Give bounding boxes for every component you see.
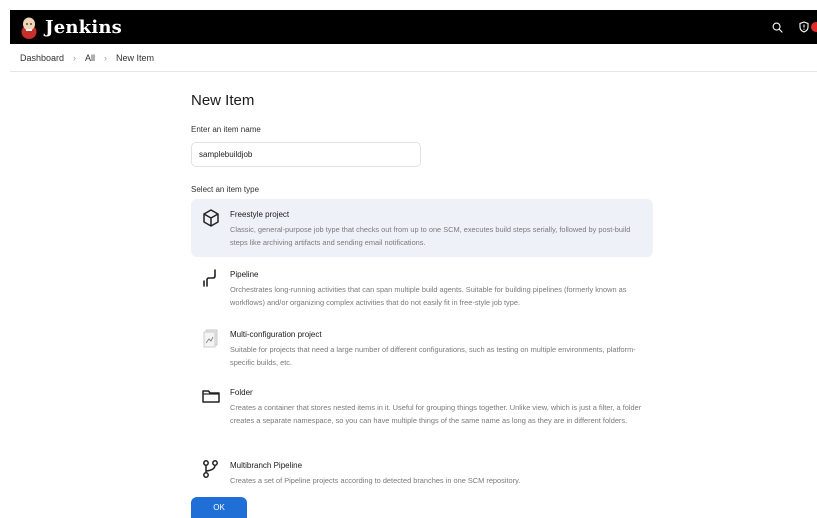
item-name-input[interactable]: [191, 142, 421, 167]
item-type-multibranch-pipeline[interactable]: Multibranch Pipeline Creates a set of Pi…: [191, 450, 653, 488]
pipeline-icon: [203, 269, 216, 287]
top-bar: Jenkins: [10, 10, 817, 44]
item-type-description: Classic, general-purpose job type that c…: [230, 225, 631, 247]
breadcrumb-new-item: New Item: [116, 52, 155, 63]
alert-badge: [811, 22, 817, 32]
item-type-folder[interactable]: Folder Creates a container that stores n…: [191, 377, 653, 443]
item-type-label: Select an item type: [191, 185, 260, 194]
page-title: New Item: [191, 92, 255, 109]
brand-name: Jenkins: [45, 16, 122, 38]
item-type-name: Multi-configuration project: [230, 330, 322, 339]
search-icon[interactable]: [772, 22, 783, 33]
top-icons: [772, 21, 817, 33]
folder-icon: [202, 390, 220, 403]
item-type-description: Orchestrates long-running activities tha…: [230, 285, 627, 307]
item-type-name: Pipeline: [230, 270, 259, 279]
breadcrumb-dashboard[interactable]: Dashboard: [20, 53, 64, 63]
item-type-name: Freestyle project: [230, 210, 290, 219]
item-type-description: Creates a container that stores nested i…: [230, 403, 642, 425]
shield-icon: [799, 21, 809, 33]
item-type-freestyle[interactable]: Freestyle project Classic, general-purpo…: [191, 199, 653, 257]
item-type-name: Multibranch Pipeline: [230, 461, 303, 470]
item-type-description: Creates a set of Pipeline projects accor…: [230, 476, 521, 485]
chevron-right-icon: ›: [104, 52, 108, 63]
item-type-description: Suitable for projects that need a large …: [230, 345, 636, 367]
breadcrumb: Dashboard › All › New Item: [10, 44, 817, 72]
item-type-pipeline[interactable]: Pipeline Orchestrates long-running activ…: [191, 259, 653, 315]
freestyle-cube-icon: [203, 209, 219, 227]
branch-icon: [203, 460, 218, 478]
jenkins-logo-icon: [21, 17, 37, 39]
item-type-name: Folder: [230, 388, 253, 397]
item-name-label: Enter an item name: [191, 125, 261, 134]
brand[interactable]: Jenkins: [20, 15, 122, 39]
item-type-multi-configuration[interactable]: Multi-configuration project Suitable for…: [191, 319, 653, 371]
security-alert[interactable]: [799, 21, 817, 33]
chevron-right-icon: ›: [73, 52, 77, 63]
breadcrumb-all[interactable]: All: [85, 53, 95, 63]
multi-configuration-icon: [203, 329, 218, 348]
ok-button[interactable]: OK: [191, 497, 247, 518]
